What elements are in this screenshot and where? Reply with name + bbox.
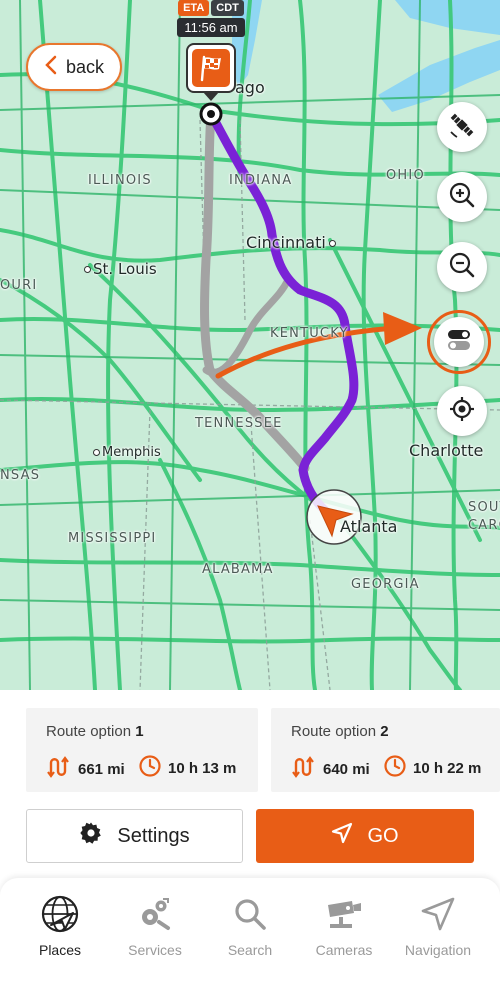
route-option-2-card[interactable]: Route option 2 640 mi 10 h 22 m xyxy=(271,708,500,792)
camera-icon xyxy=(322,892,366,936)
nav-item-label: Navigation xyxy=(404,942,472,958)
state-label-georgia: GEORGIA xyxy=(351,577,420,592)
crosshair-icon xyxy=(448,395,476,428)
go-button-label: GO xyxy=(367,824,399,847)
city-label-st-louis: St. Louis xyxy=(84,260,157,278)
clock-icon xyxy=(138,754,162,782)
eta-time: 11:56 am xyxy=(177,18,245,37)
city-label-memphis: Memphis xyxy=(93,445,161,460)
clock-icon xyxy=(383,754,407,782)
city-label-cincinnati: Cincinnati xyxy=(246,233,338,252)
zoom-in-icon xyxy=(448,181,476,214)
search-icon xyxy=(228,892,272,936)
toggle-icon xyxy=(445,326,473,359)
route-option-1-distance: 661 mi xyxy=(46,754,125,784)
state-label-mississippi: MISSISSIPPI xyxy=(68,531,157,546)
nav-item-label: Services xyxy=(128,942,182,958)
nav-item-search[interactable]: Search xyxy=(203,892,297,958)
lake-top-right xyxy=(395,0,500,35)
navigation-icon xyxy=(416,892,460,936)
state-label-south-carolina-partial-2: CARO xyxy=(468,518,500,533)
state-label-south-carolina-partial: SOUT xyxy=(468,500,500,515)
route-option-2-title: Route option 2 xyxy=(291,723,389,740)
state-label-missouri-partial: OURI xyxy=(0,278,38,293)
destination-marker[interactable] xyxy=(186,43,236,93)
bottom-navigation: Places Services Search Cameras Navigatio… xyxy=(0,878,500,988)
route-option-1-title: Route option 1 xyxy=(46,723,144,740)
route-distance-icon xyxy=(46,754,72,784)
zoom-out-button[interactable] xyxy=(437,242,487,292)
satellite-icon xyxy=(447,110,477,145)
route-option-2-duration: 10 h 22 m xyxy=(383,754,481,782)
nav-item-cameras[interactable]: Cameras xyxy=(297,892,391,958)
state-label-ohio: OHIO xyxy=(386,168,425,183)
state-label-alabama: ALABAMA xyxy=(202,562,274,577)
route-toggle-button[interactable] xyxy=(434,317,484,367)
timezone-tag: CDT xyxy=(211,0,244,16)
back-button-label: back xyxy=(65,56,105,77)
city-label-atlanta: Atlanta xyxy=(340,517,398,536)
state-label-kentucky: KENTUCKY xyxy=(270,326,349,341)
gear-icon xyxy=(79,821,103,851)
gears-icon xyxy=(133,892,177,936)
nav-item-label: Places xyxy=(38,942,82,958)
state-label-tennessee: TENNESSEE xyxy=(195,416,283,431)
map-base xyxy=(0,0,500,690)
state-label-indiana: INDIANA xyxy=(229,173,293,188)
route-option-2-distance: 640 mi xyxy=(291,754,370,784)
go-button[interactable]: GO xyxy=(256,809,474,863)
navigation-arrow-icon xyxy=(331,822,353,850)
settings-button-label: Settings xyxy=(117,824,190,847)
locate-button[interactable] xyxy=(437,386,487,436)
map-view[interactable]: ILLINOIS INDIANA OHIO KENTUCKY TENNESSEE… xyxy=(0,0,500,690)
state-label-arkansas-partial: NSAS xyxy=(0,468,41,483)
destination-marker-pointer xyxy=(203,92,219,101)
chevron-left-icon xyxy=(44,55,58,79)
satellite-button[interactable] xyxy=(437,102,487,152)
city-label-charlotte: Charlotte xyxy=(409,441,484,460)
route-option-1-duration: 10 h 13 m xyxy=(138,754,236,782)
route-option-1-card[interactable]: Route option 1 661 mi 10 h 13 m xyxy=(26,708,258,792)
eta-badge: ETA CDT 11:56 am xyxy=(177,0,245,37)
globe-plane-icon xyxy=(38,892,82,936)
nav-item-navigation[interactable]: Navigation xyxy=(391,892,485,958)
nav-item-label: Cameras xyxy=(315,942,373,958)
city-label-chicago: ago xyxy=(235,78,265,97)
lake-erie xyxy=(378,40,500,112)
zoom-out-icon xyxy=(448,251,476,284)
checkered-flag-icon xyxy=(192,49,230,87)
nav-item-services[interactable]: Services xyxy=(108,892,202,958)
state-label-illinois: ILLINOIS xyxy=(88,173,152,188)
nav-item-places[interactable]: Places xyxy=(13,892,107,958)
settings-button[interactable]: Settings xyxy=(26,809,243,863)
nav-item-label: Search xyxy=(227,942,273,958)
zoom-in-button[interactable] xyxy=(437,172,487,222)
route-distance-icon xyxy=(291,754,317,784)
back-button[interactable]: back xyxy=(26,43,122,91)
eta-tag: ETA xyxy=(178,0,210,16)
